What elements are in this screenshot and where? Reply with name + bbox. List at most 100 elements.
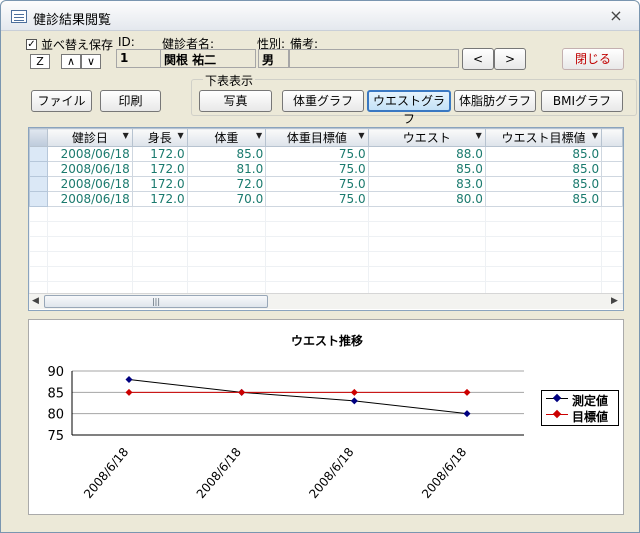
x-tick-label: 2008/6/18 bbox=[306, 445, 356, 501]
file-button[interactable]: ファイル bbox=[31, 90, 92, 112]
bmi-graph-button[interactable]: BMIグラフ bbox=[541, 90, 623, 112]
sort-up-button[interactable]: ∧ bbox=[61, 54, 81, 69]
table-cell[interactable]: 85.0 bbox=[186, 146, 267, 162]
empty-cell bbox=[46, 236, 133, 252]
scroll-right-icon[interactable]: ▶ bbox=[611, 296, 618, 306]
sort-save-checkbox[interactable]: ✓ bbox=[26, 39, 37, 50]
table-cell[interactable]: 85.0 bbox=[484, 176, 603, 192]
empty-cell bbox=[29, 206, 48, 222]
table-row[interactable]: 2008/06/18 172.0 70.0 75.0 80.0 85.0 bbox=[29, 191, 623, 207]
dropdown-arrow-icon[interactable]: ▼ bbox=[256, 131, 262, 140]
empty-cell bbox=[265, 266, 369, 282]
name-field[interactable]: 関根 祐二 bbox=[160, 49, 256, 68]
prev-record-button[interactable]: < bbox=[462, 48, 494, 70]
table-cell[interactable]: 172.0 bbox=[131, 161, 188, 177]
row-selector[interactable] bbox=[29, 191, 48, 207]
column-header[interactable]: 体重 ▼ bbox=[186, 128, 267, 147]
table-cell[interactable]: 2008/06/18 bbox=[46, 191, 133, 207]
column-header[interactable]: 体重目標値 ▼ bbox=[265, 128, 369, 147]
table-cell[interactable]: 75.0 bbox=[265, 161, 369, 177]
row-selector[interactable] bbox=[29, 146, 48, 162]
main-window: 健診結果閲覧 × ✓ 並べ替え保存 Z ∧ ∨ ID: 1 健診者名: 関根 祐… bbox=[0, 0, 640, 533]
sort-down-button[interactable]: ∨ bbox=[81, 54, 101, 69]
empty-cell bbox=[484, 251, 603, 267]
id-label: ID: bbox=[118, 35, 135, 49]
data-point bbox=[463, 410, 471, 418]
waist-chart: 90 85 80 75 2008/6/18 2008/6/18 2008/6/18 2008/… bbox=[47, 365, 524, 501]
column-header[interactable]: 身長 ▼ bbox=[131, 128, 188, 147]
table-cell[interactable]: 75.0 bbox=[265, 176, 369, 192]
column-header[interactable]: 健診日 ▼ bbox=[46, 128, 133, 147]
table-row[interactable]: 2008/06/18 172.0 81.0 75.0 85.0 85.0 bbox=[29, 161, 623, 177]
dropdown-arrow-icon[interactable]: ▼ bbox=[177, 131, 183, 140]
empty-cell bbox=[265, 236, 369, 252]
waist-graph-button[interactable]: ウエストグラフ bbox=[367, 90, 451, 126]
empty-cell bbox=[186, 251, 267, 267]
next-record-button[interactable]: > bbox=[494, 48, 526, 70]
empty-cell bbox=[46, 266, 133, 282]
print-button[interactable]: 印刷 bbox=[100, 90, 161, 112]
table-cell[interactable]: 72.0 bbox=[186, 176, 267, 192]
dropdown-arrow-icon[interactable]: ▼ bbox=[592, 131, 598, 140]
table-cell[interactable]: 81.0 bbox=[186, 161, 267, 177]
scroll-thumb[interactable]: ||| bbox=[44, 295, 268, 308]
data-point bbox=[350, 397, 358, 405]
y-tick-label: 75 bbox=[47, 429, 64, 444]
dropdown-arrow-icon[interactable]: ▼ bbox=[123, 131, 129, 140]
table-cell[interactable]: 85.0 bbox=[484, 161, 603, 177]
table-cell[interactable]: 75.0 bbox=[265, 146, 369, 162]
empty-cell bbox=[601, 266, 623, 282]
empty-cell bbox=[46, 206, 133, 222]
note-field[interactable] bbox=[289, 49, 459, 68]
table-cell[interactable]: 88.0 bbox=[367, 146, 486, 162]
empty-cell bbox=[186, 206, 267, 222]
empty-row bbox=[29, 221, 623, 237]
dropdown-arrow-icon[interactable]: ▼ bbox=[358, 131, 364, 140]
table-cell[interactable]: 172.0 bbox=[131, 176, 188, 192]
table-cell[interactable]: 172.0 bbox=[131, 191, 188, 207]
diamond-marker-icon bbox=[552, 393, 562, 403]
waist-chart-panel: ウエスト推移 90 85 80 75 2008/6/18 2008/6/18 2008/6/… bbox=[28, 319, 624, 515]
column-header[interactable]: ウエスト ▼ bbox=[367, 128, 486, 147]
empty-cell bbox=[484, 206, 603, 222]
table-cell[interactable]: 85.0 bbox=[367, 161, 486, 177]
close-form-button[interactable]: 閉じる bbox=[562, 48, 624, 70]
horizontal-scrollbar[interactable]: ◀ ||| ▶ bbox=[29, 293, 623, 309]
photo-button[interactable]: 写真 bbox=[199, 90, 272, 112]
z-button[interactable]: Z bbox=[30, 54, 50, 69]
table-row[interactable]: 2008/06/18 172.0 85.0 75.0 88.0 85.0 bbox=[29, 146, 623, 162]
table-cell[interactable]: 2008/06/18 bbox=[46, 146, 133, 162]
scroll-left-icon[interactable]: ◀ bbox=[32, 296, 39, 306]
table-cell[interactable]: 172.0 bbox=[131, 146, 188, 162]
data-point bbox=[125, 388, 133, 396]
table-cell[interactable]: 70.0 bbox=[186, 191, 267, 207]
column-header[interactable]: ウエスト目標値 ▼ bbox=[484, 128, 603, 147]
dropdown-arrow-icon[interactable]: ▼ bbox=[476, 131, 482, 140]
table-cell[interactable]: 83.0 bbox=[367, 176, 486, 192]
id-field[interactable]: 1 bbox=[116, 49, 161, 68]
results-datasheet[interactable]: 健診日 ▼ 身長 ▼ 体重 ▼ 体重目標値 ▼ ウエスト ▼ ウエスト目標値 ▼ 2008/… bbox=[28, 127, 624, 311]
row-selector[interactable] bbox=[29, 176, 48, 192]
empty-cell bbox=[29, 251, 48, 267]
x-tick-label: 2008/6/18 bbox=[419, 445, 469, 501]
table-row[interactable]: 2008/06/18 172.0 72.0 75.0 83.0 85.0 bbox=[29, 176, 623, 192]
table-cell[interactable]: 85.0 bbox=[484, 191, 603, 207]
table-cell[interactable]: 85.0 bbox=[484, 146, 603, 162]
table-cell[interactable]: 2008/06/18 bbox=[46, 176, 133, 192]
lower-display-label: 下表表示 bbox=[203, 72, 256, 89]
series-line-measured bbox=[128, 379, 468, 415]
data-point bbox=[125, 376, 133, 384]
bodyfat-graph-button[interactable]: 体脂肪グラフ bbox=[454, 90, 536, 112]
table-cell[interactable]: 2008/06/18 bbox=[46, 161, 133, 177]
table-cell[interactable]: 80.0 bbox=[367, 191, 486, 207]
weight-graph-button[interactable]: 体重グラフ bbox=[282, 90, 364, 112]
row-selector[interactable] bbox=[29, 161, 48, 177]
select-all-corner[interactable] bbox=[29, 128, 48, 147]
empty-cell bbox=[601, 251, 623, 267]
table-cell[interactable]: 75.0 bbox=[265, 191, 369, 207]
empty-cell bbox=[186, 236, 267, 252]
window-close-button[interactable]: × bbox=[605, 6, 627, 26]
diamond-marker-icon bbox=[552, 409, 562, 419]
legend-item-target: 目標値 bbox=[542, 407, 618, 424]
gender-field[interactable]: 男 bbox=[258, 49, 289, 68]
